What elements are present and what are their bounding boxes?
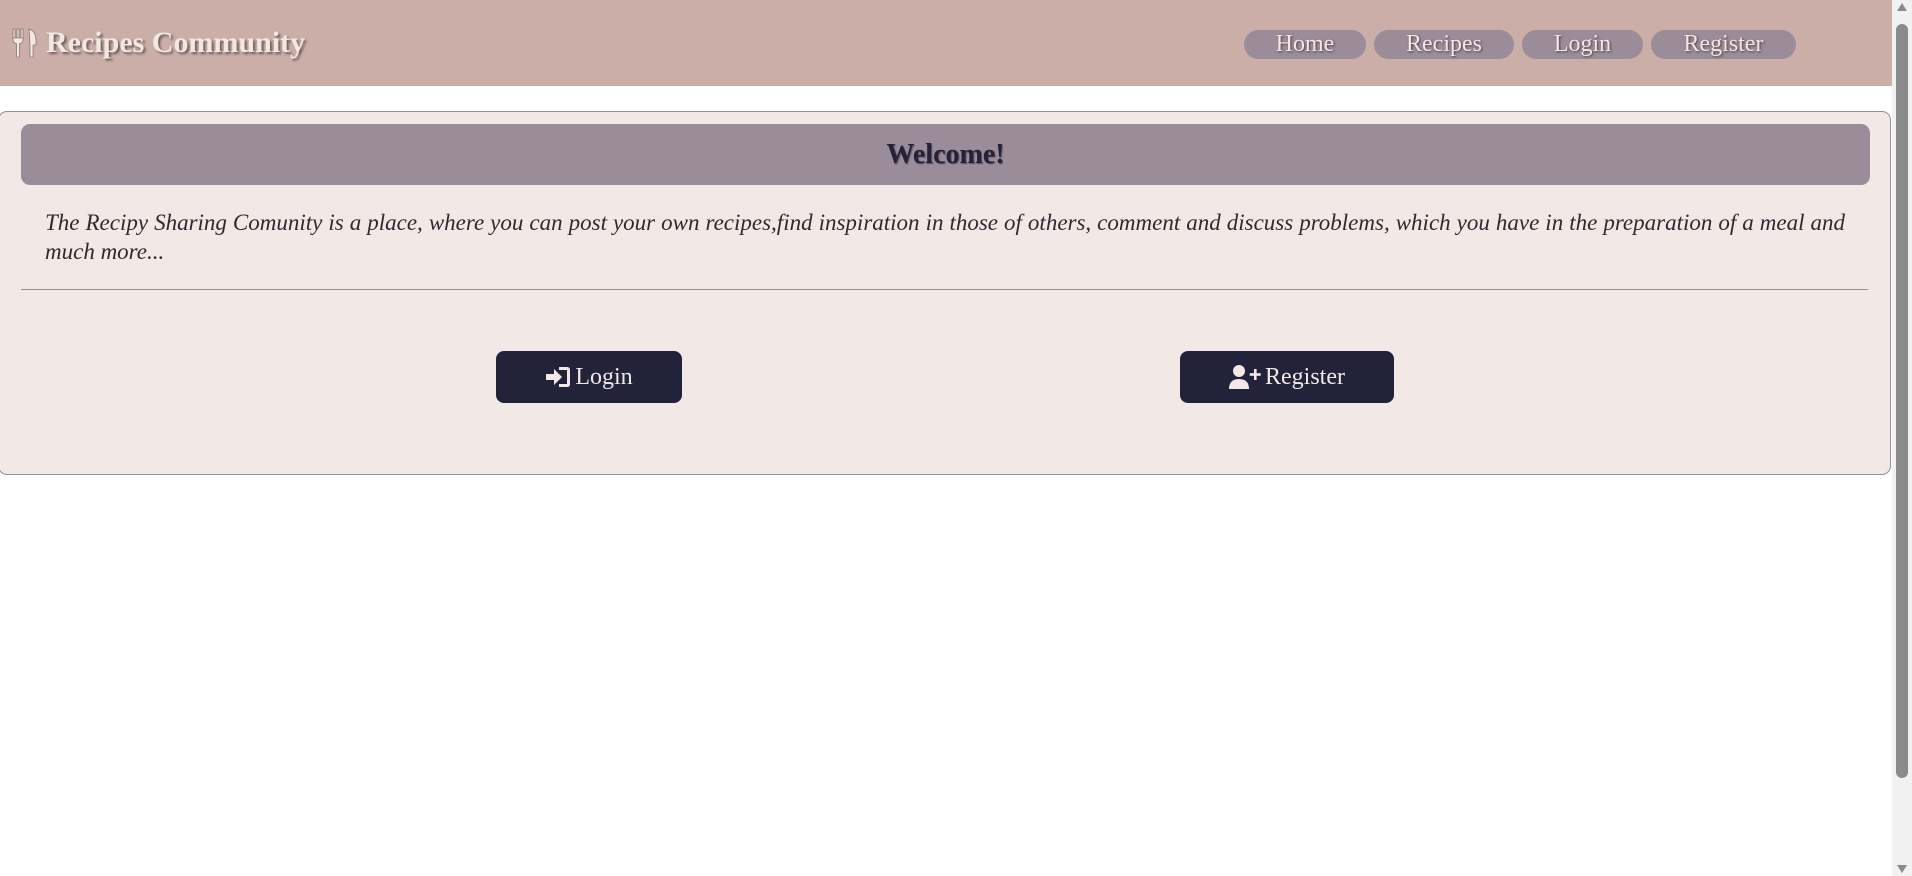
divider (21, 289, 1868, 290)
top-navbar: Recipes Community Home Recipes Login Reg… (0, 0, 1892, 86)
login-button-label: Login (575, 363, 633, 390)
brand-name: Recipes Community (46, 26, 306, 59)
welcome-card: Welcome! The Recipy Sharing Comunity is … (0, 111, 1891, 475)
scroll-down-arrow-icon[interactable] (1897, 865, 1907, 873)
login-button[interactable]: Login (496, 351, 682, 403)
nav-home-link[interactable]: Home (1244, 30, 1366, 59)
register-button[interactable]: Register (1180, 351, 1394, 403)
user-plus-icon (1229, 365, 1261, 389)
nav-login-link[interactable]: Login (1522, 30, 1643, 59)
intro-text: The Recipy Sharing Comunity is a place, … (45, 210, 1845, 264)
sign-in-icon (546, 367, 571, 387)
utensils-icon (12, 28, 37, 58)
nav-recipes-link[interactable]: Recipes (1374, 30, 1514, 59)
scrollbar-thumb[interactable] (1896, 24, 1908, 778)
page: Recipes Community Home Recipes Login Reg… (0, 0, 1892, 876)
scroll-up-arrow-icon[interactable] (1897, 3, 1907, 11)
brand-link[interactable]: Recipes Community (10, 26, 305, 60)
vertical-scrollbar[interactable] (1892, 0, 1912, 876)
nav-register-link[interactable]: Register (1651, 30, 1796, 59)
register-button-label: Register (1265, 363, 1345, 390)
welcome-title: Welcome! (21, 124, 1870, 185)
nav-menu: Home Recipes Login Register (1244, 30, 1804, 59)
